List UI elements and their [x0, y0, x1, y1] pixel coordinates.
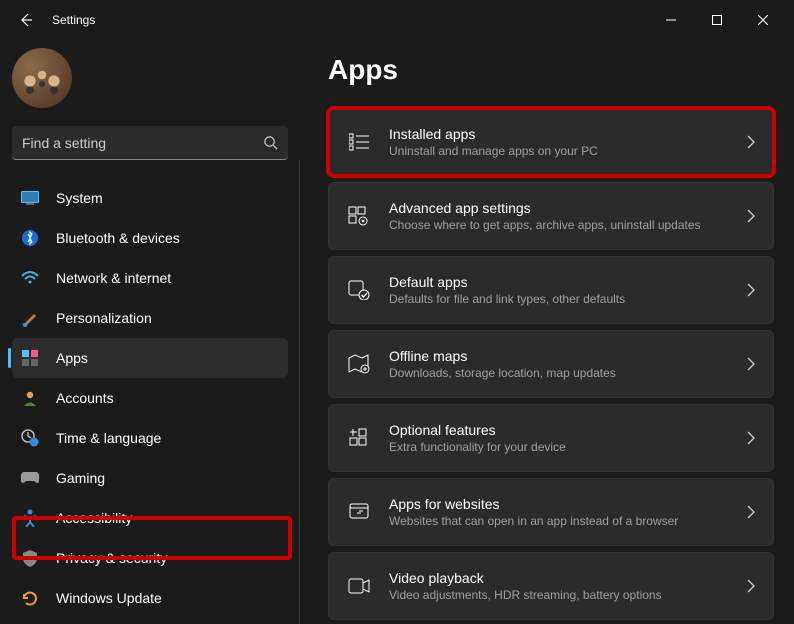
card-subtitle: Extra functionality for your device: [389, 439, 566, 456]
card-subtitle: Uninstall and manage apps on your PC: [389, 143, 598, 160]
sidebar-item-bluetooth[interactable]: Bluetooth & devices: [12, 218, 288, 258]
sidebar-item-label: Gaming: [56, 470, 105, 486]
sidebar-item-accessibility[interactable]: Accessibility: [12, 498, 288, 538]
window-title: Settings: [52, 13, 95, 27]
search-box[interactable]: [12, 126, 288, 160]
sidebar-item-label: Privacy & security: [56, 550, 167, 566]
search-icon: [263, 135, 278, 150]
close-button[interactable]: [740, 4, 786, 36]
map-icon: [347, 352, 371, 376]
card-video-playback[interactable]: Video playback Video adjustments, HDR st…: [328, 552, 774, 620]
card-title: Default apps: [389, 273, 625, 291]
system-icon: [20, 188, 40, 208]
card-title: Optional features: [389, 421, 566, 439]
card-subtitle: Websites that can open in an app instead…: [389, 513, 678, 530]
card-optional-features[interactable]: Optional features Extra functionality fo…: [328, 404, 774, 472]
search-input[interactable]: [22, 135, 252, 151]
card-subtitle: Defaults for file and link types, other …: [389, 291, 625, 308]
sidebar-item-label: Network & internet: [56, 270, 171, 286]
default-apps-icon: [347, 278, 371, 302]
card-default-apps[interactable]: Default apps Defaults for file and link …: [328, 256, 774, 324]
titlebar: Settings: [0, 0, 794, 40]
card-title: Installed apps: [389, 125, 598, 143]
chevron-right-icon: [747, 579, 755, 593]
card-title: Video playback: [389, 569, 662, 587]
person-icon: [20, 388, 40, 408]
back-button[interactable]: [14, 8, 38, 32]
main-pane: Apps Installed apps Uninstall and manage…: [300, 40, 794, 624]
minimize-button[interactable]: [648, 4, 694, 36]
sidebar-item-label: Bluetooth & devices: [56, 230, 180, 246]
chevron-right-icon: [747, 431, 755, 445]
sidebar-item-time-language[interactable]: Time & language: [12, 418, 288, 458]
video-icon: [347, 574, 371, 598]
accent-bar: [8, 348, 11, 368]
card-subtitle: Choose where to get apps, archive apps, …: [389, 217, 701, 234]
card-offline-maps[interactable]: Offline maps Downloads, storage location…: [328, 330, 774, 398]
sidebar-item-label: Windows Update: [56, 590, 162, 606]
chevron-right-icon: [747, 357, 755, 371]
sidebar-item-label: Accessibility: [56, 510, 132, 526]
card-title: Advanced app settings: [389, 199, 701, 217]
sidebar-item-apps[interactable]: Apps: [12, 338, 288, 378]
bluetooth-icon: [20, 228, 40, 248]
page-heading: Apps: [328, 54, 774, 86]
nav-list: System Bluetooth & devices Network & int…: [12, 178, 288, 618]
sidebar-item-label: Time & language: [56, 430, 161, 446]
clock-globe-icon: [20, 428, 40, 448]
update-icon: [20, 588, 40, 608]
apps-gear-icon: [347, 204, 371, 228]
sidebar-item-system[interactable]: System: [12, 178, 288, 218]
sidebar-item-windows-update[interactable]: Windows Update: [12, 578, 288, 618]
sidebar-item-label: System: [56, 190, 103, 206]
sidebar-item-network[interactable]: Network & internet: [12, 258, 288, 298]
card-subtitle: Video adjustments, HDR streaming, batter…: [389, 587, 662, 604]
sidebar-divider: [299, 160, 300, 624]
sidebar-item-label: Personalization: [56, 310, 152, 326]
window-link-icon: [347, 500, 371, 524]
grid-plus-icon: [347, 426, 371, 450]
sidebar-item-label: Apps: [56, 350, 88, 366]
avatar[interactable]: [12, 48, 72, 108]
sidebar: System Bluetooth & devices Network & int…: [0, 40, 300, 624]
card-subtitle: Downloads, storage location, map updates: [389, 365, 616, 382]
chevron-right-icon: [747, 135, 755, 149]
gamepad-icon: [20, 468, 40, 488]
card-title: Apps for websites: [389, 495, 678, 513]
paintbrush-icon: [20, 308, 40, 328]
sidebar-item-accounts[interactable]: Accounts: [12, 378, 288, 418]
chevron-right-icon: [747, 505, 755, 519]
card-advanced-app-settings[interactable]: Advanced app settings Choose where to ge…: [328, 182, 774, 250]
maximize-button[interactable]: [694, 4, 740, 36]
wifi-icon: [20, 268, 40, 288]
chevron-right-icon: [747, 209, 755, 223]
shield-icon: [20, 548, 40, 568]
sidebar-item-label: Accounts: [56, 390, 114, 406]
card-apps-for-websites[interactable]: Apps for websites Websites that can open…: [328, 478, 774, 546]
chevron-right-icon: [747, 283, 755, 297]
card-title: Offline maps: [389, 347, 616, 365]
sidebar-item-personalization[interactable]: Personalization: [12, 298, 288, 338]
sidebar-item-gaming[interactable]: Gaming: [12, 458, 288, 498]
accessibility-icon: [20, 508, 40, 528]
sidebar-item-privacy[interactable]: Privacy & security: [12, 538, 288, 578]
apps-icon: [20, 348, 40, 368]
list-icon: [347, 130, 371, 154]
card-installed-apps[interactable]: Installed apps Uninstall and manage apps…: [328, 108, 774, 176]
